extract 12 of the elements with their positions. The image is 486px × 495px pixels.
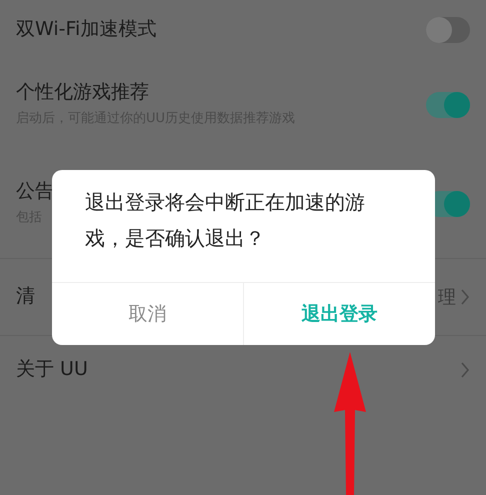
chevron-right-icon[interactable] [460,360,470,378]
setting-title: 关于 UU [16,358,88,382]
setting-title: 双Wi-Fi加速模式 [16,18,156,42]
chevron-right-icon[interactable] [460,288,470,306]
setting-title: 个性化游戏推荐 [16,81,150,106]
logout-button[interactable]: 退出登录 [243,283,435,345]
cancel-button[interactable]: 取消 [52,283,243,345]
setting-title: 清 [16,285,35,309]
toggle-switch[interactable] [426,17,470,43]
setting-title: 公告 [16,180,54,204]
dialog-message: 退出登录将会中断正在加速的游戏，是否确认退出？ [84,189,366,252]
toggle-switch[interactable] [426,92,470,118]
